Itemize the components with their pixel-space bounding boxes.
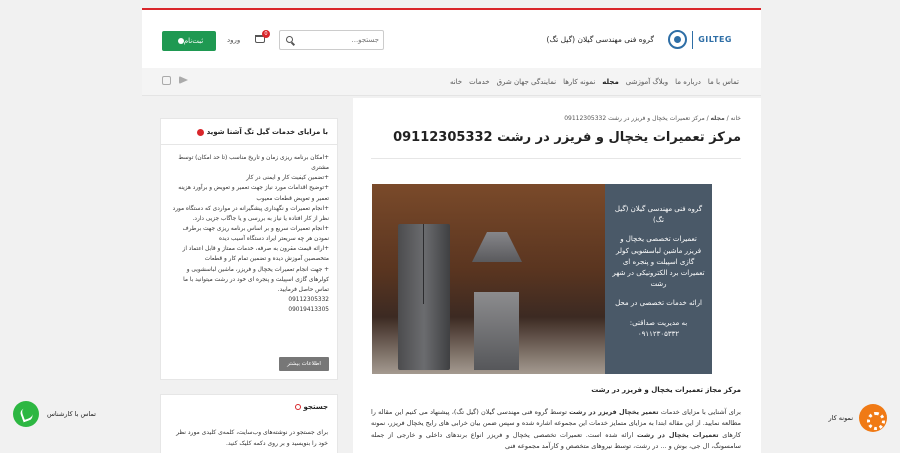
login-link[interactable]: ورود <box>227 36 240 44</box>
kitchen-photo <box>372 184 605 374</box>
widget-divider <box>161 144 337 145</box>
title-divider <box>371 158 741 159</box>
portfolio-label[interactable]: نمونه کار <box>829 414 854 422</box>
feature-item: +توضیح اقدامات مورد نیاز جهت تعمیر و تعو… <box>178 185 329 202</box>
breadcrumb-current: مرکز تعمیرات یخچال و فریزر در رشت 091123… <box>564 115 705 122</box>
nav-item-contact[interactable]: تماس با ما <box>708 78 739 86</box>
breadcrumb-separator: / <box>726 115 729 122</box>
features-widget-title: با مزایای خدمات گیل تگ آشنا شوید <box>206 128 328 136</box>
nav-item-services[interactable]: خدمات <box>469 78 489 86</box>
search-widget-description: برای جستجو در نوشته‌های وب‌سایت، کلمه‌ی … <box>176 429 328 447</box>
image-panel-onsite: ارائه خدمات تخصصی در محل <box>615 299 702 308</box>
search-icon[interactable] <box>286 36 293 43</box>
image-panel-manager: به مدیریت صداقتی: ۰۹۱۱۲۳۰۵۳۳۲ <box>629 318 688 338</box>
image-info-panel: گروه فنی مهندسی گیلان (گیل تگ) تعمیرات ت… <box>605 184 712 374</box>
feature-item: +تضمین کیفیت کار و ایمنی در کار <box>246 175 329 182</box>
stove-image <box>474 292 519 370</box>
instagram-icon[interactable] <box>162 76 171 85</box>
nav-menu: خانه خدمات نمایندگی جهان شرق نمونه کارها… <box>450 78 739 86</box>
phone-number[interactable]: 09019413305 <box>169 305 329 315</box>
call-expert-label[interactable]: تماس با کارشناس <box>47 410 96 418</box>
site-name: گروه فنی مهندسی گیلان (گیل تگ) <box>546 35 654 44</box>
register-button-label: ثبت‌نام <box>183 37 204 45</box>
main-navigation: خانه خدمات نمایندگی جهان شرق نمونه کارها… <box>142 68 761 96</box>
gear-icon[interactable] <box>859 404 887 432</box>
nav-item-blog[interactable]: وبلاگ آموزشی <box>626 78 668 86</box>
search-widget-header: جستجو <box>294 403 328 411</box>
search-widget-title: جستجو <box>303 403 328 411</box>
article-content: خانه / مجله / مرکز تعمیرات یخچال و فریزر… <box>353 98 761 453</box>
breadcrumb-separator: / <box>706 115 709 122</box>
range-hood-image <box>472 232 522 262</box>
feature-item: + جهت انجام تعمیرات یخچال و فریزر، ماشین… <box>183 266 329 293</box>
call-expert-floating[interactable]: تماس با کارشناس <box>13 401 96 427</box>
site-container: GILTEG گروه فنی مهندسی گیلان (گیل تگ) 0 … <box>142 8 761 453</box>
search-icon <box>294 404 301 410</box>
logo-mark-icon <box>668 30 688 49</box>
features-list: +امکان برنامه ریزی زمان و تاریخ مناسب (ت… <box>169 153 329 315</box>
image-panel-company: گروه فنی مهندسی گیلان (گیل تگ) <box>614 205 703 225</box>
phone-icon[interactable] <box>13 401 39 427</box>
breadcrumb-section[interactable]: مجله <box>711 115 725 122</box>
logo-text: GILTEG <box>698 35 732 44</box>
article-text: برای آشنایی با مزایای خدمات <box>658 408 741 416</box>
search-widget: جستجو برای جستجو در نوشته‌های وب‌سایت، ک… <box>160 394 338 453</box>
feature-item: +امکان برنامه ریزی زمان و تاریخ مناسب (ت… <box>178 155 329 172</box>
image-panel-services: تعمیرات تخصصی یخچال و فریزر ماشین لباسشو… <box>612 235 705 289</box>
nav-item-home[interactable]: خانه <box>450 78 462 86</box>
more-info-button[interactable]: اطلاعات بیشتر <box>279 357 329 371</box>
site-header: GILTEG گروه فنی مهندسی گیلان (گیل تگ) 0 … <box>142 10 761 68</box>
portfolio-floating[interactable]: نمونه کار <box>829 404 887 432</box>
register-button[interactable]: ثبت‌نام <box>162 31 216 51</box>
article-body: برای آشنایی با مزایای خدمات تعمیر یخچال … <box>371 407 741 453</box>
cart-count-badge: 0 <box>262 30 270 38</box>
logo-divider <box>692 30 694 49</box>
nav-item-jahan-shargh[interactable]: نمایندگی جهان شرق <box>497 78 556 86</box>
nav-item-magazine[interactable]: مجله <box>602 78 618 86</box>
nav-item-portfolio[interactable]: نمونه کارها <box>563 78 595 86</box>
feature-item: +ارائه قیمت مقرون به صرفه، خدمات ممتاز و… <box>182 246 329 263</box>
search-input[interactable] <box>297 34 379 46</box>
phone-number[interactable]: 09112305332 <box>169 295 329 305</box>
breadcrumb-home[interactable]: خانه <box>731 115 741 122</box>
header-search <box>279 30 384 50</box>
refrigerator-image <box>398 224 450 370</box>
social-links <box>162 76 188 85</box>
article-link[interactable]: تعمیر یخچال فریزر در رشت <box>569 408 658 416</box>
site-logo[interactable]: GILTEG <box>668 30 732 49</box>
article-link[interactable]: تعمیرات یخچال در رشت <box>637 431 719 439</box>
nav-item-about[interactable]: درباره ما <box>675 78 701 86</box>
telegram-icon[interactable] <box>179 76 188 84</box>
feature-item: +انجام تعمیرات و نگهداری پیشگیرانه در مو… <box>172 205 329 222</box>
feature-item: +انجام تعمیرات سریع و بر اساس برنامه ریز… <box>182 225 329 243</box>
breadcrumb: خانه / مجله / مرکز تعمیرات یخچال و فریزر… <box>564 115 741 122</box>
article-featured-image: گروه فنی مهندسی گیلان (گیل تگ) تعمیرات ت… <box>372 184 712 374</box>
image-caption: مرکز مجاز تعمیرات یخچال و فریزر در رشت <box>591 386 741 394</box>
page-title: مرکز تعمیرات یخچال و فریزر در رشت 091123… <box>393 130 741 145</box>
features-widget-header: با مزایای خدمات گیل تگ آشنا شوید <box>196 128 328 136</box>
info-icon <box>196 128 204 136</box>
features-widget: با مزایای خدمات گیل تگ آشنا شوید +امکان … <box>160 118 338 380</box>
